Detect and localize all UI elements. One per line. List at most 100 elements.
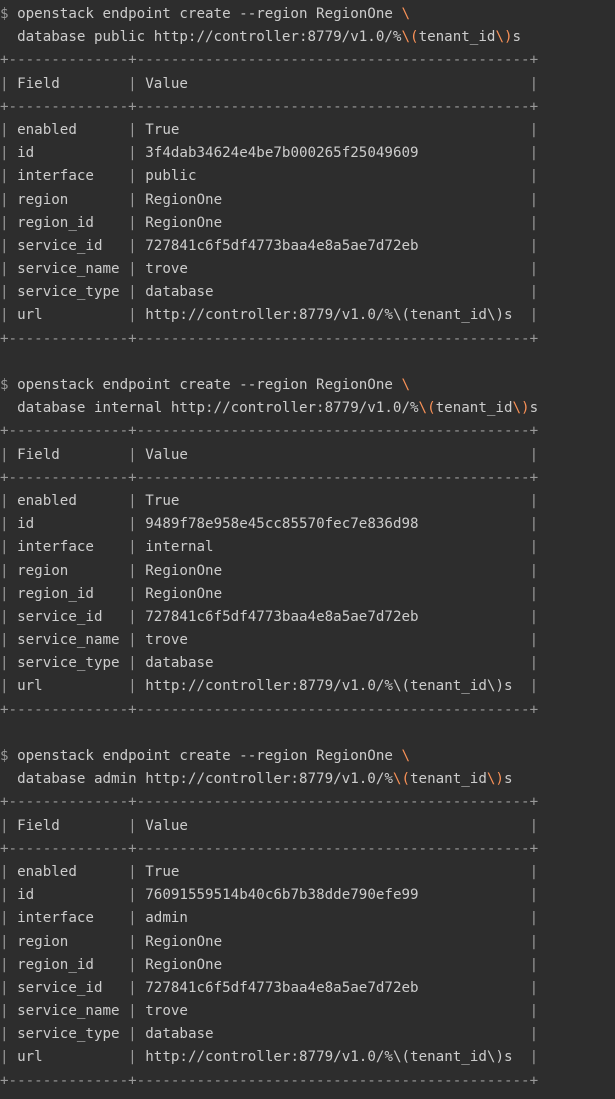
- column-separator: |: [0, 1049, 9, 1066]
- column-separator: |: [128, 655, 137, 672]
- column-separator: |: [128, 1049, 137, 1066]
- table-row: | service_id | 727841c6f5df4773baa4e8a5a…: [0, 977, 615, 1000]
- table-row: | region_id | RegionOne |: [0, 583, 615, 606]
- command-text: openstack endpoint create --region Regio…: [17, 377, 402, 393]
- value-cell: trove: [145, 1003, 188, 1020]
- column-separator: |: [529, 1003, 539, 1020]
- field-cell: interface: [17, 539, 94, 556]
- table-border: +--------------+------------------------…: [0, 98, 539, 115]
- column-separator: |: [0, 910, 9, 927]
- command-line-continued: database admin http://controller:8779/v1…: [0, 768, 615, 791]
- column-separator: |: [128, 585, 137, 602]
- field-cell: Field: [17, 75, 60, 92]
- table-row: | region | RegionOne |: [0, 189, 615, 212]
- column-separator: |: [128, 910, 137, 927]
- value-cell: public: [145, 168, 197, 185]
- column-separator: |: [128, 863, 137, 880]
- column-separator: |: [529, 75, 539, 92]
- value-cell: True: [145, 863, 180, 880]
- table-border: +--------------+------------------------…: [0, 423, 539, 440]
- column-separator: |: [529, 121, 539, 138]
- line-continuation: \: [401, 377, 411, 393]
- column-separator: |: [128, 1003, 137, 1020]
- table-header-row: | Field | Value |: [0, 815, 615, 838]
- field-cell: service_name: [17, 1003, 120, 1020]
- field-cell: id: [17, 145, 35, 162]
- value-cell: http://controller:8779/v1.0/%\(tenant_id…: [145, 307, 513, 324]
- field-cell: enabled: [17, 121, 77, 138]
- column-separator: |: [128, 145, 137, 162]
- field-cell: service_name: [17, 261, 120, 278]
- field-cell: interface: [17, 910, 94, 927]
- value-cell: http://controller:8779/v1.0/%\(tenant_id…: [145, 678, 513, 695]
- column-separator: |: [0, 191, 9, 208]
- column-separator: |: [0, 446, 9, 463]
- column-separator: |: [0, 261, 9, 278]
- column-separator: |: [0, 562, 9, 579]
- table-border: +--------------+------------------------…: [0, 330, 539, 347]
- command-line-continued: database internal http://controller:8779…: [0, 397, 615, 420]
- table-border: +--------------+------------------------…: [0, 840, 539, 857]
- field-cell: Field: [17, 817, 60, 834]
- column-separator: |: [529, 214, 539, 231]
- table-row: | service_name | trove |: [0, 629, 615, 652]
- column-separator: |: [529, 307, 539, 324]
- field-cell: service_name: [17, 632, 120, 649]
- table-row: | enabled | True |: [0, 490, 615, 513]
- column-separator: |: [529, 492, 539, 509]
- field-cell: url: [17, 307, 43, 324]
- column-separator: |: [0, 307, 9, 324]
- field-cell: url: [17, 678, 43, 695]
- table-row: | service_name | trove |: [0, 258, 615, 281]
- value-cell: 727841c6f5df4773baa4e8a5ae7d72eb: [145, 979, 419, 996]
- table-row: | service_type | database |: [0, 281, 615, 304]
- column-separator: |: [0, 516, 9, 533]
- command-text: s: [503, 771, 513, 788]
- field-cell: region: [17, 933, 69, 950]
- value-cell: RegionOne: [145, 214, 223, 231]
- column-separator: |: [128, 1026, 137, 1043]
- column-separator: |: [0, 237, 9, 254]
- value-cell: RegionOne: [145, 585, 223, 602]
- value-cell: Value: [145, 446, 188, 463]
- table-row: | region | RegionOne |: [0, 931, 615, 954]
- table-row: | id | 76091559514b40c6b7b38dde790efe99 …: [0, 884, 615, 907]
- column-separator: |: [529, 539, 539, 556]
- column-separator: |: [529, 585, 539, 602]
- column-separator: |: [529, 261, 539, 278]
- column-separator: |: [529, 145, 539, 162]
- column-separator: |: [128, 284, 137, 301]
- line-continuation: \: [401, 6, 411, 22]
- table-row: | enabled | True |: [0, 861, 615, 884]
- table-row: | url | http://controller:8779/v1.0/%\(t…: [0, 304, 615, 327]
- column-separator: |: [0, 214, 9, 231]
- field-cell: service_id: [17, 237, 103, 254]
- column-separator: |: [529, 887, 539, 904]
- command-block: $ openstack endpoint create --region Reg…: [0, 3, 615, 374]
- prompt: $: [0, 377, 18, 393]
- table-row: | interface | admin |: [0, 907, 615, 930]
- result-table: +--------------+------------------------…: [0, 49, 615, 350]
- prompt: $: [0, 748, 18, 764]
- prompt: $: [0, 6, 18, 22]
- column-separator: |: [529, 979, 539, 996]
- command-block: $ openstack endpoint create --region Reg…: [0, 745, 615, 1093]
- value-cell: 3f4dab34624e4be7b000265f25049609: [145, 145, 419, 162]
- table-border: +--------------+------------------------…: [0, 701, 539, 718]
- value-cell: RegionOne: [145, 562, 223, 579]
- column-separator: |: [529, 655, 539, 672]
- value-cell: True: [145, 121, 180, 138]
- column-separator: |: [0, 121, 9, 138]
- escape-close: \): [495, 29, 513, 46]
- column-separator: |: [0, 1026, 9, 1043]
- value-cell: admin: [145, 910, 188, 927]
- table-border: +--------------+------------------------…: [0, 1072, 539, 1089]
- field-cell: region_id: [17, 956, 94, 973]
- table-row: | service_name | trove |: [0, 1000, 615, 1023]
- field-cell: region: [17, 562, 69, 579]
- column-separator: |: [128, 446, 137, 463]
- field-cell: id: [17, 516, 35, 533]
- table-row: | service_type | database |: [0, 1023, 615, 1046]
- value-cell: 727841c6f5df4773baa4e8a5ae7d72eb: [145, 608, 419, 625]
